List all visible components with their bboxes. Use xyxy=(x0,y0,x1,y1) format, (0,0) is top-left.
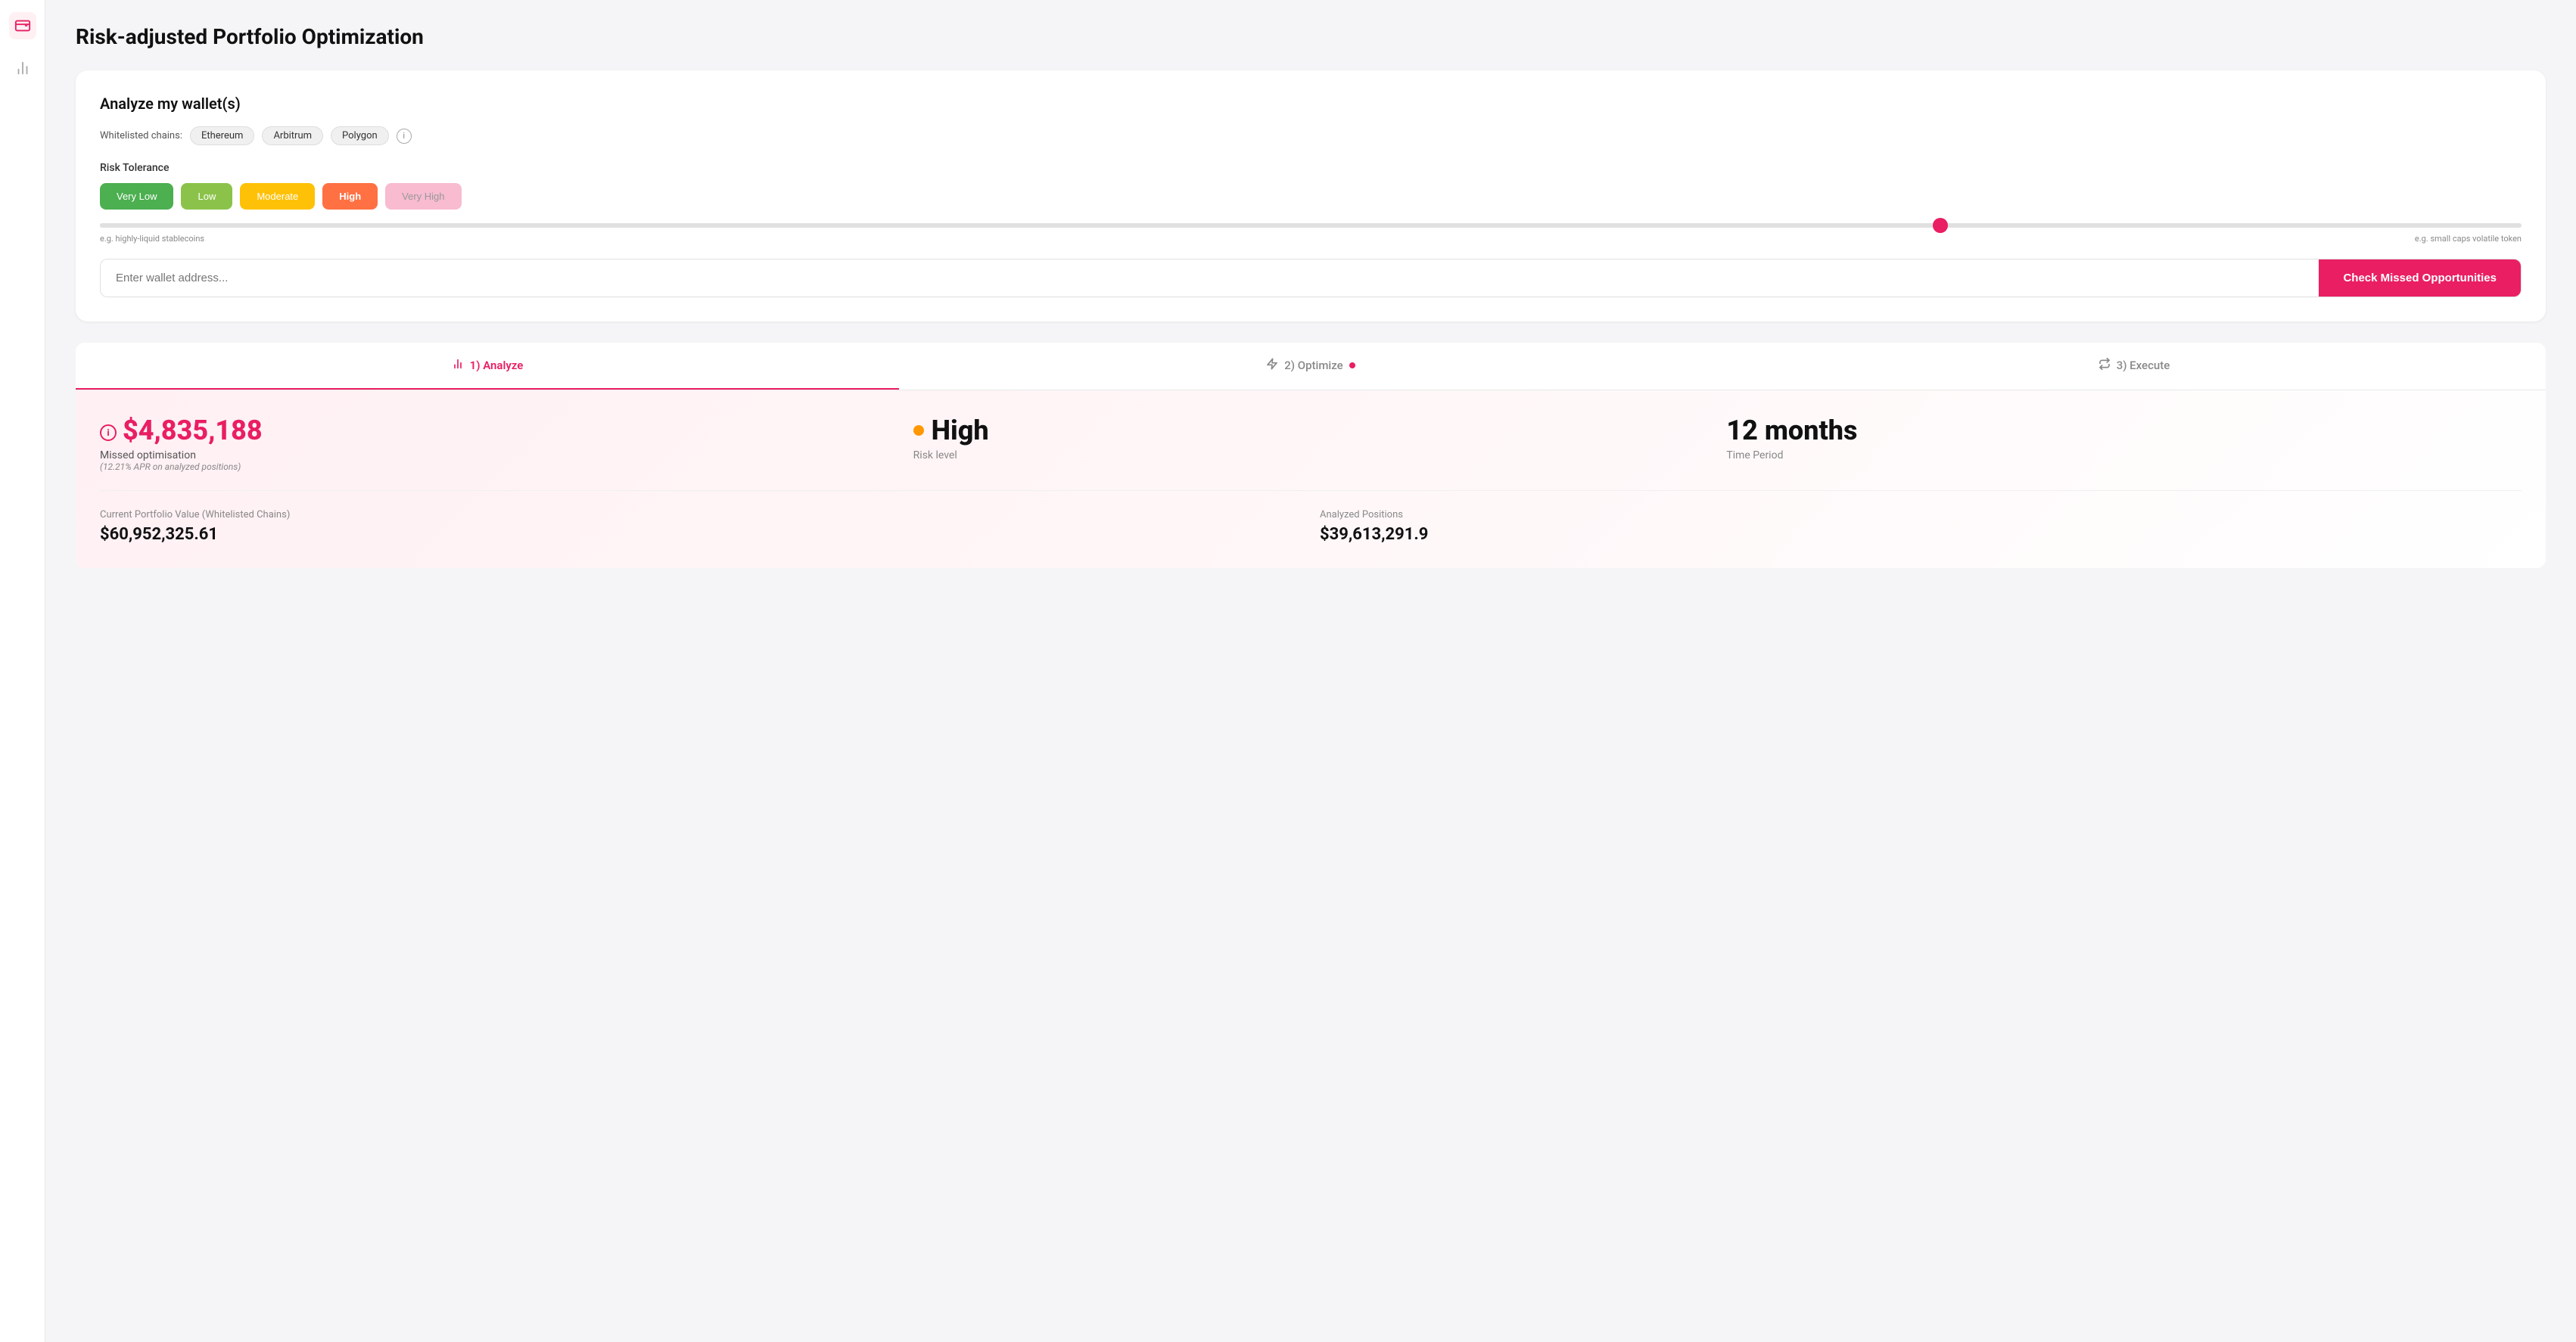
portfolio-current-value: $60,952,325.61 xyxy=(100,525,1283,544)
wallet-icon[interactable] xyxy=(9,12,36,39)
stat-risk-value: High xyxy=(913,415,1691,446)
stat-missed-label: Missed optimisation xyxy=(100,449,877,461)
risk-btn-low[interactable]: Low xyxy=(181,183,232,210)
tab-analyze-label: 1) Analyze xyxy=(470,359,524,372)
stats-row: i $4,835,188 Missed optimisation (12.21%… xyxy=(100,415,2522,472)
risk-btn-very-low[interactable]: Very Low xyxy=(100,183,173,210)
tab-analyze-icon xyxy=(452,358,464,373)
risk-low-group: Low xyxy=(181,183,232,210)
tab-optimize-dot xyxy=(1349,362,1355,368)
wallet-input[interactable] xyxy=(101,259,2319,297)
stat-missed-block: i $4,835,188 Missed optimisation (12.21%… xyxy=(100,415,895,472)
tab-optimize-label: 2) Optimize xyxy=(1284,359,1342,372)
risk-btn-high[interactable]: High xyxy=(322,183,378,210)
chain-polygon[interactable]: Polygon xyxy=(331,126,389,145)
chains-row: Whitelisted chains: Ethereum Arbitrum Po… xyxy=(100,126,2522,145)
wallet-row: Check Missed Opportunities xyxy=(100,259,2522,297)
tab-execute-icon xyxy=(2098,358,2111,373)
tab-analyze[interactable]: 1) Analyze xyxy=(76,343,899,390)
slider-right-label: e.g. small caps volatile token xyxy=(2415,234,2522,244)
tab-execute[interactable]: 3) Execute xyxy=(1722,343,2546,390)
chain-arbitrum[interactable]: Arbitrum xyxy=(262,126,323,145)
tabs-container: 1) Analyze 2) Optimize xyxy=(76,343,2546,390)
portfolio-current-label: Current Portfolio Value (Whitelisted Cha… xyxy=(100,509,1283,520)
slider-labels: e.g. highly-liquid stablecoins e.g. smal… xyxy=(100,234,2522,244)
sidebar xyxy=(0,0,45,1342)
chains-info-icon[interactable]: i xyxy=(397,129,412,144)
stat-time-block: 12 months Time Period xyxy=(1708,415,2522,461)
check-button[interactable]: Check Missed Opportunities xyxy=(2319,259,2521,297)
risk-moderate-group: Moderate xyxy=(240,183,315,210)
risk-very-high-group: Very High xyxy=(385,183,461,210)
main-content: Risk-adjusted Portfolio Optimization Ana… xyxy=(45,0,2576,1342)
portfolio-analyzed-label: Analyzed Positions xyxy=(1320,509,2503,520)
portfolio-analyzed-value: $39,613,291.9 xyxy=(1320,525,2503,544)
tab-optimize-icon xyxy=(1266,358,1278,373)
portfolio-analyzed-block: Analyzed Positions $39,613,291.9 xyxy=(1302,509,2522,544)
slider-fill xyxy=(100,223,1940,228)
chart-icon[interactable] xyxy=(9,54,36,82)
risk-high-group: High xyxy=(322,183,378,210)
portfolio-row: Current Portfolio Value (Whitelisted Cha… xyxy=(100,490,2522,544)
tab-optimize[interactable]: 2) Optimize xyxy=(899,343,1722,390)
risk-slider-container: e.g. highly-liquid stablecoins e.g. smal… xyxy=(100,223,2522,244)
stat-missed-subtitle: (12.21% APR on analyzed positions) xyxy=(100,461,877,472)
risk-buttons-group: Very Low Low Moderate High Very High xyxy=(100,183,2522,210)
analyze-card: Analyze my wallet(s) Whitelisted chains:… xyxy=(76,70,2546,322)
risk-tolerance-label: Risk Tolerance xyxy=(100,162,2522,174)
stat-time-label: Time Period xyxy=(1726,449,2503,461)
analyze-section: 1) Analyze 2) Optimize xyxy=(76,343,2546,568)
stat-time-value: 12 months xyxy=(1726,415,2503,446)
stat-risk-block: High Risk level xyxy=(895,415,1709,461)
risk-btn-very-high[interactable]: Very High xyxy=(385,183,461,210)
slider-track xyxy=(100,223,2522,228)
risk-btn-moderate[interactable]: Moderate xyxy=(240,183,315,210)
stat-risk-label: Risk level xyxy=(913,449,1691,461)
slider-thumb[interactable] xyxy=(1933,218,1948,233)
stats-card: i $4,835,188 Missed optimisation (12.21%… xyxy=(76,390,2546,568)
chain-ethereum[interactable]: Ethereum xyxy=(190,126,254,145)
page-title: Risk-adjusted Portfolio Optimization xyxy=(76,24,2546,49)
tab-execute-label: 3) Execute xyxy=(2117,359,2170,372)
analyze-title: Analyze my wallet(s) xyxy=(100,95,2522,113)
stat-missed-info-icon[interactable]: i xyxy=(100,424,117,441)
stat-missed-amount: i $4,835,188 xyxy=(100,415,877,446)
portfolio-current-block: Current Portfolio Value (Whitelisted Cha… xyxy=(100,509,1302,544)
slider-left-label: e.g. highly-liquid stablecoins xyxy=(100,234,204,244)
chains-label: Whitelisted chains: xyxy=(100,130,182,141)
risk-very-low-group: Very Low xyxy=(100,183,173,210)
stat-risk-dot xyxy=(913,425,924,436)
